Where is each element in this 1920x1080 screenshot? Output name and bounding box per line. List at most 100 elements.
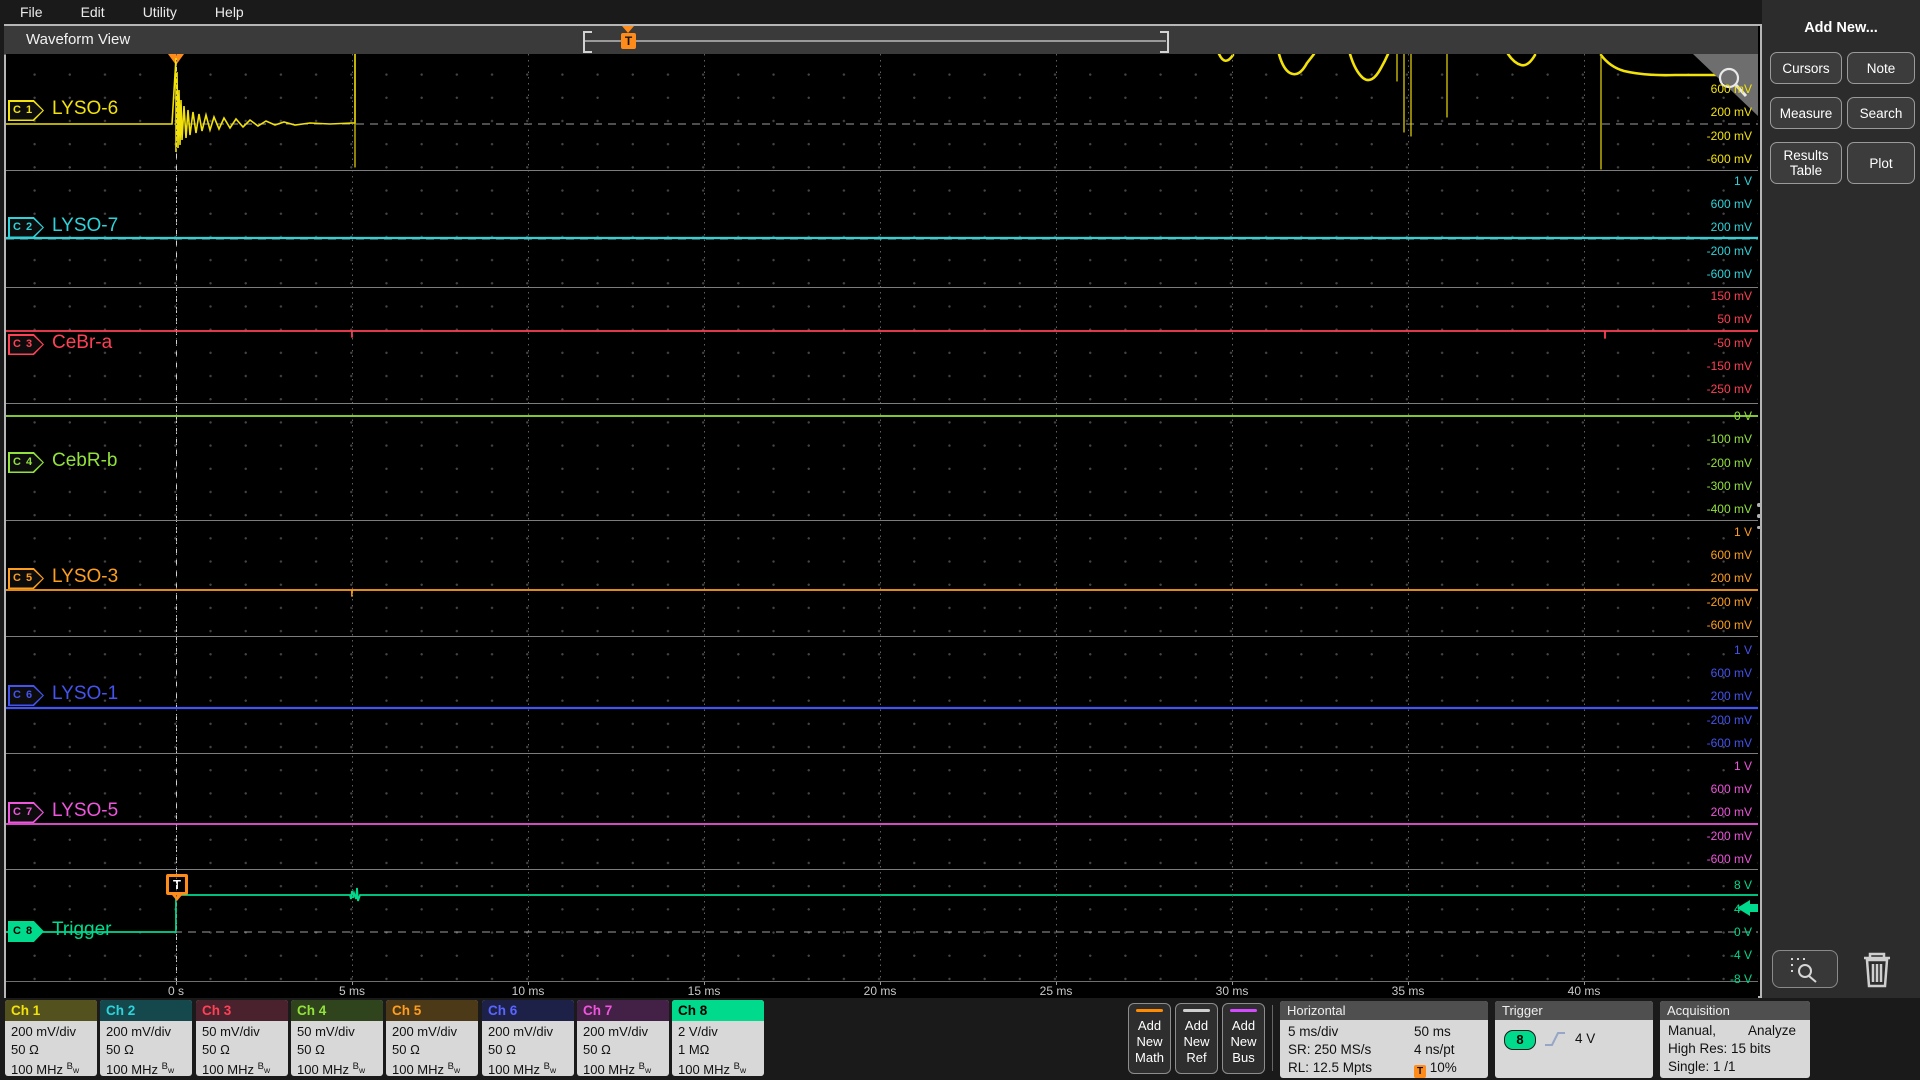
channel-settings-badge-2[interactable]: Ch 2 200 mV/div 50 Ω 100 MHz Bw — [100, 1000, 192, 1076]
scale-label: -200 mV — [1706, 129, 1752, 143]
channel-name-label: CeBr-a — [52, 332, 113, 353]
c8-trace — [6, 887, 1758, 933]
add-new-cursors-button[interactable]: Cursors — [1770, 52, 1842, 84]
scale-label: 150 mV — [1710, 289, 1752, 303]
channel-settings-body: 200 mV/div 50 Ω 100 MHz Bw — [100, 1021, 192, 1076]
overview-bracket-left[interactable] — [583, 31, 592, 53]
channel-scale: 200 mV/div — [583, 1024, 649, 1039]
graticule-division-line — [1407, 54, 1409, 981]
graticule-division-line — [175, 54, 177, 981]
add-new-search-button[interactable]: Search — [1847, 97, 1915, 129]
scale-label: -250 mV — [1706, 382, 1752, 396]
scale-label: -200 mV — [1706, 595, 1752, 609]
bandwidth-limit-suffix: Bw — [639, 1061, 651, 1076]
channel-settings-badge-1[interactable]: Ch 1 200 mV/div 50 Ω 100 MHz Bw — [5, 1000, 97, 1076]
scale-label: 50 mV — [1717, 312, 1752, 326]
add-new-measure-button[interactable]: Measure — [1770, 97, 1842, 129]
waveform-traces-layer — [6, 54, 1758, 933]
trigger-source-badge: 8 — [1504, 1030, 1536, 1050]
add-new-bus-button[interactable]: Add New Bus — [1222, 1003, 1265, 1074]
channel-impedance: 1 MΩ — [678, 1041, 710, 1057]
zoom-box-button[interactable] — [1772, 950, 1838, 988]
slice-separator — [6, 753, 1758, 754]
overview-trigger-flag[interactable]: T — [621, 33, 636, 49]
time-label: 0 s — [167, 984, 184, 998]
channel-settings-badge-6[interactable]: Ch 6 200 mV/div 50 Ω 100 MHz Bw — [482, 1000, 574, 1076]
bw-sub: w — [72, 1065, 80, 1075]
channel-settings-body: 50 mV/div 50 Ω 100 MHz Bw — [196, 1021, 288, 1076]
channel-settings-name: Ch 6 — [482, 1000, 574, 1021]
menu-item-edit[interactable]: Edit — [81, 4, 105, 20]
graticule-division-line — [703, 54, 705, 981]
channel-settings-body: 2 V/div 1 MΩ 100 MHz Bw — [672, 1021, 764, 1076]
channel-badge-c7[interactable]: C 7 — [8, 802, 44, 823]
bw-sub: w — [167, 1065, 175, 1075]
trigger-event-flag[interactable]: T — [166, 874, 188, 895]
channel-settings-badge-8[interactable]: Ch 8 2 V/div 1 MΩ 100 MHz Bw — [672, 1000, 764, 1076]
menu-item-file[interactable]: File — [20, 4, 43, 20]
channel-name-label: LYSO-5 — [52, 800, 119, 821]
graticule-division-line — [1231, 54, 1233, 981]
trigger-panel[interactable]: Trigger 8 4 V — [1495, 1001, 1653, 1078]
channel-badge-c4[interactable]: C 4 — [8, 452, 44, 473]
graticule-division-line — [527, 54, 529, 981]
settings-bar: Horizontal 5 ms/div SR: 250 MS/s RL: 12.… — [0, 998, 1920, 1080]
channel-settings-name: Ch 7 — [577, 1000, 669, 1021]
channel-settings-badge-3[interactable]: Ch 3 50 mV/div 50 Ω 100 MHz Bw — [196, 1000, 288, 1076]
trigger-flag-mini-icon: T — [1414, 1065, 1426, 1078]
channel-bandwidth: 100 MHz Bw — [106, 1061, 175, 1076]
add-new-results-table-button[interactable]: Results Table — [1770, 142, 1842, 184]
acquisition-highres: High Res: 15 bits — [1668, 1041, 1771, 1056]
bw-sub: w — [263, 1065, 271, 1075]
channel-badge-c8[interactable]: C 8 — [8, 921, 44, 942]
horizontal-panel[interactable]: Horizontal 5 ms/div SR: 250 MS/s RL: 12.… — [1280, 1001, 1488, 1078]
channel-settings-body: 200 mV/div 50 Ω 100 MHz Bw — [5, 1021, 97, 1076]
channel-badge-c1[interactable]: C 1 — [8, 100, 44, 121]
time-label: 30 ms — [1215, 984, 1249, 998]
add-new-math-button[interactable]: Add New Math — [1128, 1003, 1171, 1074]
channel-settings-name: Ch 3 — [196, 1000, 288, 1021]
add-new-plot-button[interactable]: Plot — [1847, 142, 1915, 184]
channel-badge-c3[interactable]: C 3 — [8, 334, 44, 355]
bandwidth-limit-suffix: Bw — [162, 1061, 175, 1076]
panel-splitter-handle[interactable] — [1757, 503, 1761, 529]
channel-settings-badge-7[interactable]: Ch 7 200 mV/div 50 Ω 100 MHz Bw — [577, 1000, 669, 1076]
time-label: 15 ms — [687, 984, 721, 998]
bw-sub: w — [739, 1065, 747, 1075]
time-label: 20 ms — [863, 984, 897, 998]
scale-label: 8 V — [1733, 878, 1752, 892]
scale-label: 200 mV — [1710, 689, 1752, 703]
trigger-level: 4 V — [1575, 1031, 1596, 1046]
channel-scale: 200 mV/div — [488, 1024, 554, 1039]
channel-settings-body: 50 mV/div 50 Ω 100 MHz Bw — [291, 1021, 383, 1076]
menu-item-utility[interactable]: Utility — [143, 4, 177, 20]
scale-label: -4 V — [1729, 948, 1752, 962]
channel-settings-badge-4[interactable]: Ch 4 50 mV/div 50 Ω 100 MHz Bw — [291, 1000, 383, 1076]
trash-button[interactable] — [1856, 946, 1898, 995]
menu-item-help[interactable]: Help — [215, 4, 244, 20]
acquisition-panel[interactable]: Acquisition Manual, Analyze High Res: 15… — [1660, 1001, 1810, 1078]
channel-badge-id: C 8 — [12, 925, 34, 937]
channel-badge-c2[interactable]: C 2 — [8, 217, 44, 238]
scale-label: 600 mV — [1710, 82, 1752, 96]
scale-label: 0 V — [1733, 409, 1752, 423]
overview-bracket-right[interactable] — [1160, 31, 1169, 53]
scale-label: 600 mV — [1710, 782, 1752, 796]
channel-settings-name: Ch 5 — [386, 1000, 478, 1021]
channel-settings-badge-5[interactable]: Ch 5 200 mV/div 50 Ω 100 MHz Bw — [386, 1000, 478, 1076]
scale-label: 4 V — [1733, 902, 1752, 916]
channel-badge-c5[interactable]: C 5 — [8, 568, 44, 589]
channel-settings-name: Ch 2 — [100, 1000, 192, 1021]
scale-label: -8 V — [1729, 972, 1752, 986]
oscilloscope-screen: File Edit Utility Help Waveform View T T 0 … — [0, 0, 1920, 1080]
scale-label: -200 mV — [1706, 456, 1752, 470]
add-new-note-button[interactable]: Note — [1847, 52, 1915, 84]
time-label: 10 ms — [511, 984, 545, 998]
channel-name-label: LYSO-6 — [52, 98, 119, 119]
channel-badge-id: C 5 — [12, 572, 34, 584]
waveform-view-title: Waveform View — [26, 31, 131, 48]
add-new-ref-button[interactable]: Add New Ref — [1175, 1003, 1218, 1074]
channel-scale: 200 mV/div — [11, 1024, 77, 1039]
channel-settings-name: Ch 4 — [291, 1000, 383, 1021]
channel-badge-c6[interactable]: C 6 — [8, 685, 44, 706]
